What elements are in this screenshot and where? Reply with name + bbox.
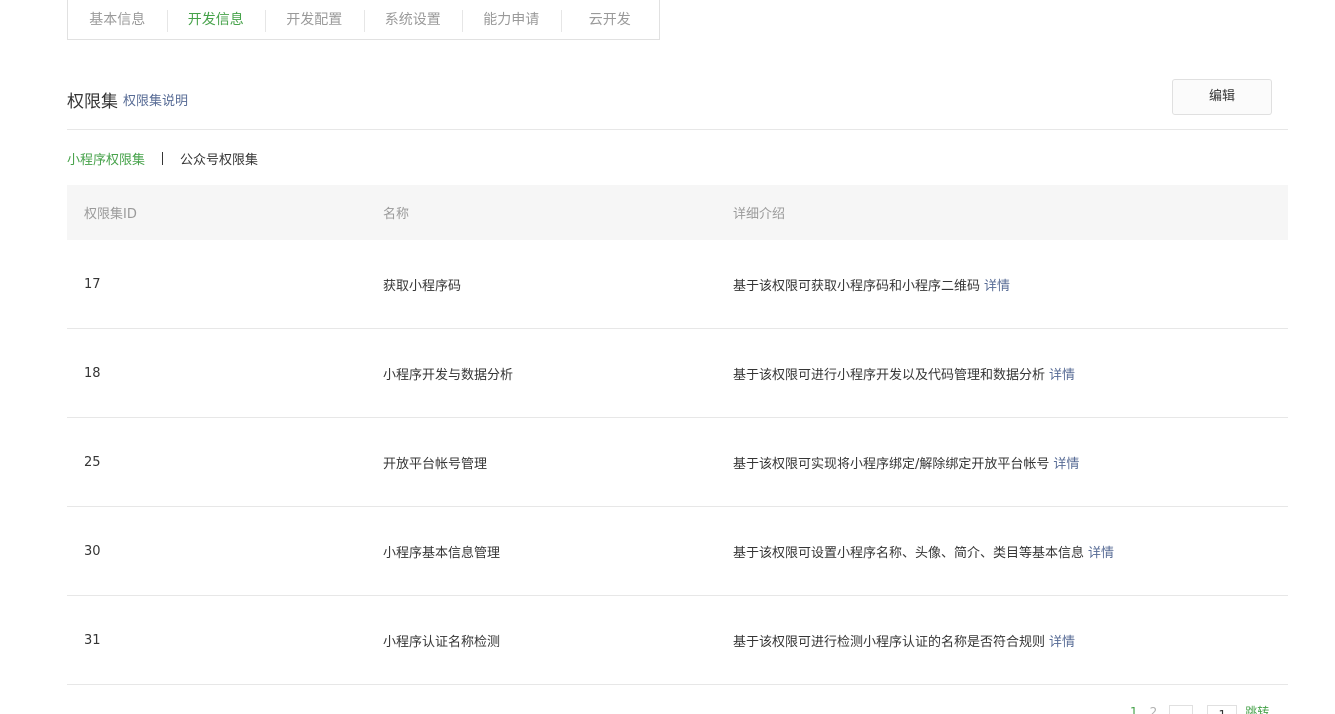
permission-help-link[interactable]: 权限集说明 bbox=[123, 90, 188, 109]
section-title: 权限集 bbox=[67, 92, 118, 112]
permission-id: 25 bbox=[84, 454, 101, 470]
permission-id: 17 bbox=[84, 276, 101, 292]
table-row: 17 获取小程序码 基于该权限可获取小程序码和小程序二维码 详情 bbox=[67, 240, 1288, 329]
pagination: 1 2 1 跳转 bbox=[1130, 705, 1269, 714]
tab-system-settings[interactable]: 系统设置 bbox=[363, 0, 463, 40]
tab-cloud-dev[interactable]: 云开发 bbox=[560, 0, 660, 40]
permission-description: 基于该权限可获取小程序码和小程序二维码 详情 bbox=[717, 275, 1288, 294]
tab-divider bbox=[162, 151, 164, 165]
header-description: 详细介绍 bbox=[733, 207, 786, 222]
detail-link[interactable]: 详情 bbox=[1049, 635, 1075, 650]
description-text: 基于该权限可设置小程序名称、头像、简介、类目等基本信息 bbox=[733, 545, 1085, 561]
tab-basic-info[interactable]: 基本信息 bbox=[68, 0, 167, 40]
description-text: 基于该权限可实现将小程序绑定/解除绑定开放平台帐号 bbox=[733, 456, 1050, 472]
permission-description: 基于该权限可实现将小程序绑定/解除绑定开放平台帐号 详情 bbox=[717, 453, 1288, 472]
top-tab-nav: 基本信息 开发信息 开发配置 系统设置 能力申请 云开发 bbox=[67, 0, 660, 40]
table-row: 31 小程序认证名称检测 基于该权限可进行检测小程序认证的名称是否符合规则 详情 bbox=[67, 596, 1288, 685]
page-number-next[interactable]: 2 bbox=[1150, 705, 1158, 714]
page-jump-input[interactable]: 1 bbox=[1207, 705, 1238, 714]
description-text: 基于该权限可获取小程序码和小程序二维码 bbox=[733, 278, 981, 294]
detail-link[interactable]: 详情 bbox=[1088, 546, 1114, 561]
page-number-current[interactable]: 1 bbox=[1130, 705, 1138, 714]
permission-id: 31 bbox=[84, 632, 101, 648]
edit-button[interactable]: 编辑 bbox=[1172, 79, 1272, 115]
tab-dev-info[interactable]: 开发信息 bbox=[166, 0, 266, 40]
tab-miniprogram-permissions[interactable]: 小程序权限集 bbox=[67, 149, 145, 168]
permission-id: 18 bbox=[84, 365, 101, 381]
page: 基本信息 开发信息 开发配置 系统设置 能力申请 云开发 权限集 权限集说明 编… bbox=[0, 0, 1335, 714]
table-row: 25 开放平台帐号管理 基于该权限可实现将小程序绑定/解除绑定开放平台帐号 详情 bbox=[67, 418, 1288, 507]
permission-name: 小程序认证名称检测 bbox=[383, 634, 501, 650]
description-text: 基于该权限可进行检测小程序认证的名称是否符合规则 bbox=[733, 634, 1046, 650]
table-header: 权限集ID 名称 详细介绍 bbox=[67, 185, 1288, 240]
permission-name: 获取小程序码 bbox=[383, 278, 462, 294]
tab-capability-apply[interactable]: 能力申请 bbox=[462, 0, 561, 40]
header-permission-id: 权限集ID bbox=[84, 207, 137, 222]
permission-type-tabs: 小程序权限集 公众号权限集 bbox=[67, 148, 258, 168]
tab-official-account-permissions[interactable]: 公众号权限集 bbox=[180, 149, 258, 168]
section-header: 权限集 权限集说明 编辑 bbox=[67, 78, 1288, 130]
permission-name: 小程序开发与数据分析 bbox=[383, 367, 514, 383]
page-stepper[interactable] bbox=[1169, 705, 1194, 714]
permission-id: 30 bbox=[84, 543, 101, 559]
tab-dev-config[interactable]: 开发配置 bbox=[265, 0, 364, 40]
detail-link[interactable]: 详情 bbox=[984, 279, 1010, 294]
page-jump-button[interactable]: 跳转 bbox=[1245, 705, 1269, 714]
table-row: 30 小程序基本信息管理 基于该权限可设置小程序名称、头像、简介、类目等基本信息… bbox=[67, 507, 1288, 596]
permission-description: 基于该权限可进行小程序开发以及代码管理和数据分析 详情 bbox=[717, 364, 1288, 383]
permission-table: 权限集ID 名称 详细介绍 17 获取小程序码 基于该权限可获取小程序码和小程序… bbox=[67, 185, 1288, 685]
permission-name: 小程序基本信息管理 bbox=[383, 545, 501, 561]
detail-link[interactable]: 详情 bbox=[1053, 457, 1079, 472]
detail-link[interactable]: 详情 bbox=[1049, 368, 1075, 383]
header-name: 名称 bbox=[383, 207, 410, 222]
permission-name: 开放平台帐号管理 bbox=[383, 456, 488, 472]
table-row: 18 小程序开发与数据分析 基于该权限可进行小程序开发以及代码管理和数据分析 详情 bbox=[67, 329, 1288, 418]
description-text: 基于该权限可进行小程序开发以及代码管理和数据分析 bbox=[733, 367, 1046, 383]
permission-description: 基于该权限可进行检测小程序认证的名称是否符合规则 详情 bbox=[717, 631, 1288, 650]
permission-description: 基于该权限可设置小程序名称、头像、简介、类目等基本信息 详情 bbox=[717, 542, 1288, 561]
